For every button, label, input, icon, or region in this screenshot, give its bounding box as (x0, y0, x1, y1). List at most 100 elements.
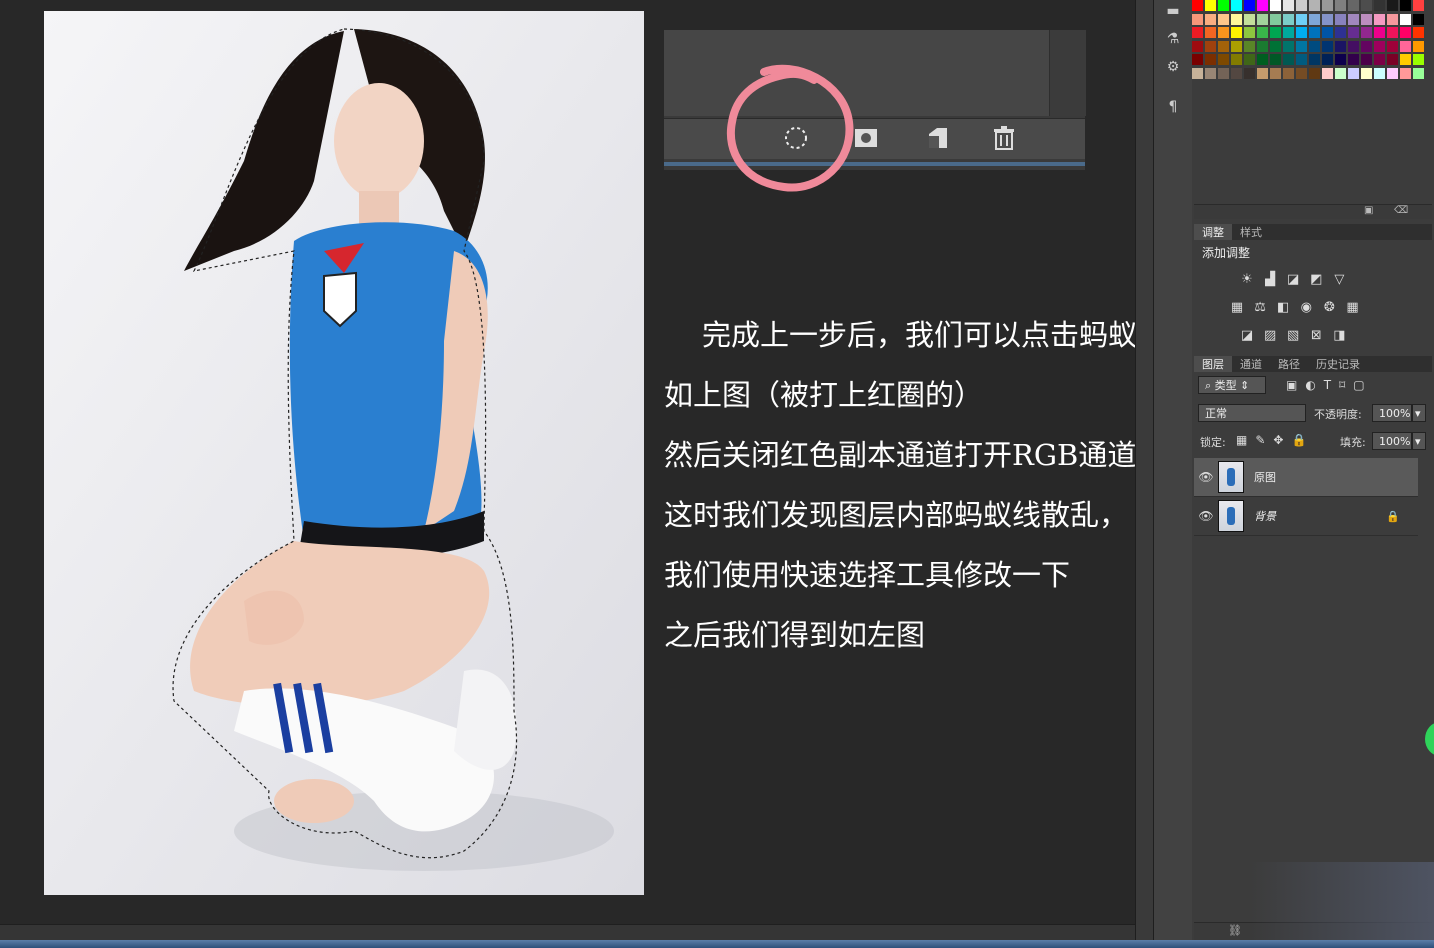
swatch[interactable] (1205, 13, 1216, 25)
lookup-icon[interactable]: ▦ (1343, 300, 1361, 316)
swatch[interactable] (1361, 0, 1372, 11)
swatch[interactable] (1283, 27, 1294, 38)
swatch[interactable] (1348, 67, 1359, 79)
swatch[interactable] (1322, 54, 1333, 65)
layer-row[interactable]: 👁 原图 (1194, 458, 1418, 497)
swatch[interactable] (1413, 54, 1424, 65)
swatch[interactable] (1400, 13, 1411, 25)
swatch[interactable] (1374, 67, 1385, 79)
swatch[interactable] (1374, 27, 1385, 38)
channel-mixer-icon[interactable]: ❂ (1320, 300, 1338, 316)
swatch[interactable] (1244, 67, 1255, 79)
tab-layers[interactable]: 图层 (1194, 356, 1232, 372)
eye-icon[interactable]: 👁 (1194, 509, 1218, 523)
tab-adjustments[interactable]: 调整 (1194, 224, 1232, 240)
hue-icon[interactable]: ▦ (1228, 300, 1246, 316)
swatch[interactable] (1387, 40, 1398, 52)
swatch[interactable] (1374, 0, 1385, 11)
swatch[interactable] (1335, 67, 1346, 79)
posterize-icon[interactable]: ▨ (1261, 328, 1279, 344)
swatch[interactable] (1192, 27, 1203, 38)
swatch[interactable] (1192, 67, 1203, 79)
swatch[interactable] (1296, 54, 1307, 65)
swatch[interactable] (1283, 54, 1294, 65)
properties-icon[interactable]: ▬ (1160, 0, 1186, 22)
balance-icon[interactable]: ⚖ (1251, 300, 1269, 316)
swatch[interactable] (1205, 54, 1216, 65)
swatch[interactable] (1218, 13, 1229, 25)
swatch[interactable] (1192, 40, 1203, 52)
swatch[interactable] (1361, 54, 1372, 65)
threshold-icon[interactable]: ▧ (1284, 328, 1302, 344)
swatch[interactable] (1257, 40, 1268, 52)
tool-preset-icon[interactable]: ⚙ (1160, 56, 1186, 78)
swatch[interactable] (1218, 27, 1229, 38)
swatch[interactable] (1205, 27, 1216, 38)
swatch[interactable] (1218, 54, 1229, 65)
swatch[interactable] (1322, 13, 1333, 25)
swatch[interactable] (1387, 67, 1398, 79)
swatch[interactable] (1270, 54, 1281, 65)
photo-filter-icon[interactable]: ◉ (1297, 300, 1315, 316)
eye-icon[interactable]: 👁 (1194, 470, 1218, 484)
swatch[interactable] (1374, 40, 1385, 52)
swatch[interactable] (1296, 67, 1307, 79)
trash-icon[interactable] (990, 126, 1018, 150)
swatch[interactable] (1283, 0, 1294, 11)
swatch[interactable] (1231, 67, 1242, 79)
swatch[interactable] (1283, 40, 1294, 52)
swatch[interactable] (1309, 0, 1320, 11)
swatch[interactable] (1192, 0, 1203, 11)
swatch[interactable] (1348, 27, 1359, 38)
swatch[interactable] (1361, 27, 1372, 38)
fill-input[interactable]: 100% (1372, 432, 1412, 450)
swatch[interactable] (1400, 0, 1411, 11)
swatch[interactable] (1309, 13, 1320, 25)
swatch[interactable] (1283, 13, 1294, 25)
invert-icon[interactable]: ◪ (1238, 328, 1256, 344)
swatch[interactable] (1413, 40, 1424, 52)
swatch[interactable] (1309, 40, 1320, 52)
swatch[interactable] (1257, 54, 1268, 65)
swatch[interactable] (1335, 13, 1346, 25)
swatch[interactable] (1231, 27, 1242, 38)
character-panel-icon[interactable]: ¶ (1160, 96, 1186, 118)
swatch[interactable] (1348, 13, 1359, 25)
brightness-icon[interactable]: ☀ (1238, 272, 1256, 288)
swatch[interactable] (1400, 54, 1411, 65)
tab-channels[interactable]: 通道 (1232, 356, 1270, 372)
swatch[interactable] (1387, 54, 1398, 65)
swatch[interactable] (1400, 40, 1411, 52)
swatch[interactable] (1322, 67, 1333, 79)
swatch[interactable] (1348, 0, 1359, 11)
swatch[interactable] (1309, 54, 1320, 65)
swatch[interactable] (1244, 40, 1255, 52)
opacity-dropdown-icon[interactable]: ▾ (1412, 404, 1426, 422)
swatch[interactable] (1218, 67, 1229, 79)
swatch[interactable] (1335, 0, 1346, 11)
brush-preset-icon[interactable]: ⚗ (1160, 28, 1186, 50)
swatch[interactable] (1387, 13, 1398, 25)
swatch[interactable] (1400, 27, 1411, 38)
new-swatch-icon[interactable]: ▣ (1364, 205, 1373, 216)
swatch[interactable] (1322, 27, 1333, 38)
swatch[interactable] (1231, 0, 1242, 11)
swatch[interactable] (1296, 40, 1307, 52)
swatch[interactable] (1322, 40, 1333, 52)
swatch[interactable] (1361, 67, 1372, 79)
layer-name[interactable]: 原图 (1254, 469, 1276, 485)
layer-name[interactable]: 背景 (1254, 508, 1276, 524)
swatch[interactable] (1244, 0, 1255, 11)
swatch[interactable] (1218, 40, 1229, 52)
bw-icon[interactable]: ◧ (1274, 300, 1292, 316)
horizontal-scrollbar[interactable] (0, 924, 1135, 941)
swatch[interactable] (1413, 13, 1424, 25)
vibrance-icon[interactable]: ▽ (1330, 272, 1348, 288)
exposure-icon[interactable]: ◩ (1307, 272, 1325, 288)
swatch[interactable] (1270, 40, 1281, 52)
tab-history[interactable]: 历史记录 (1308, 356, 1368, 372)
swatch[interactable] (1309, 27, 1320, 38)
fill-dropdown-icon[interactable]: ▾ (1412, 432, 1426, 450)
opacity-input[interactable]: 100% (1372, 404, 1412, 422)
new-channel-icon[interactable] (924, 126, 952, 150)
